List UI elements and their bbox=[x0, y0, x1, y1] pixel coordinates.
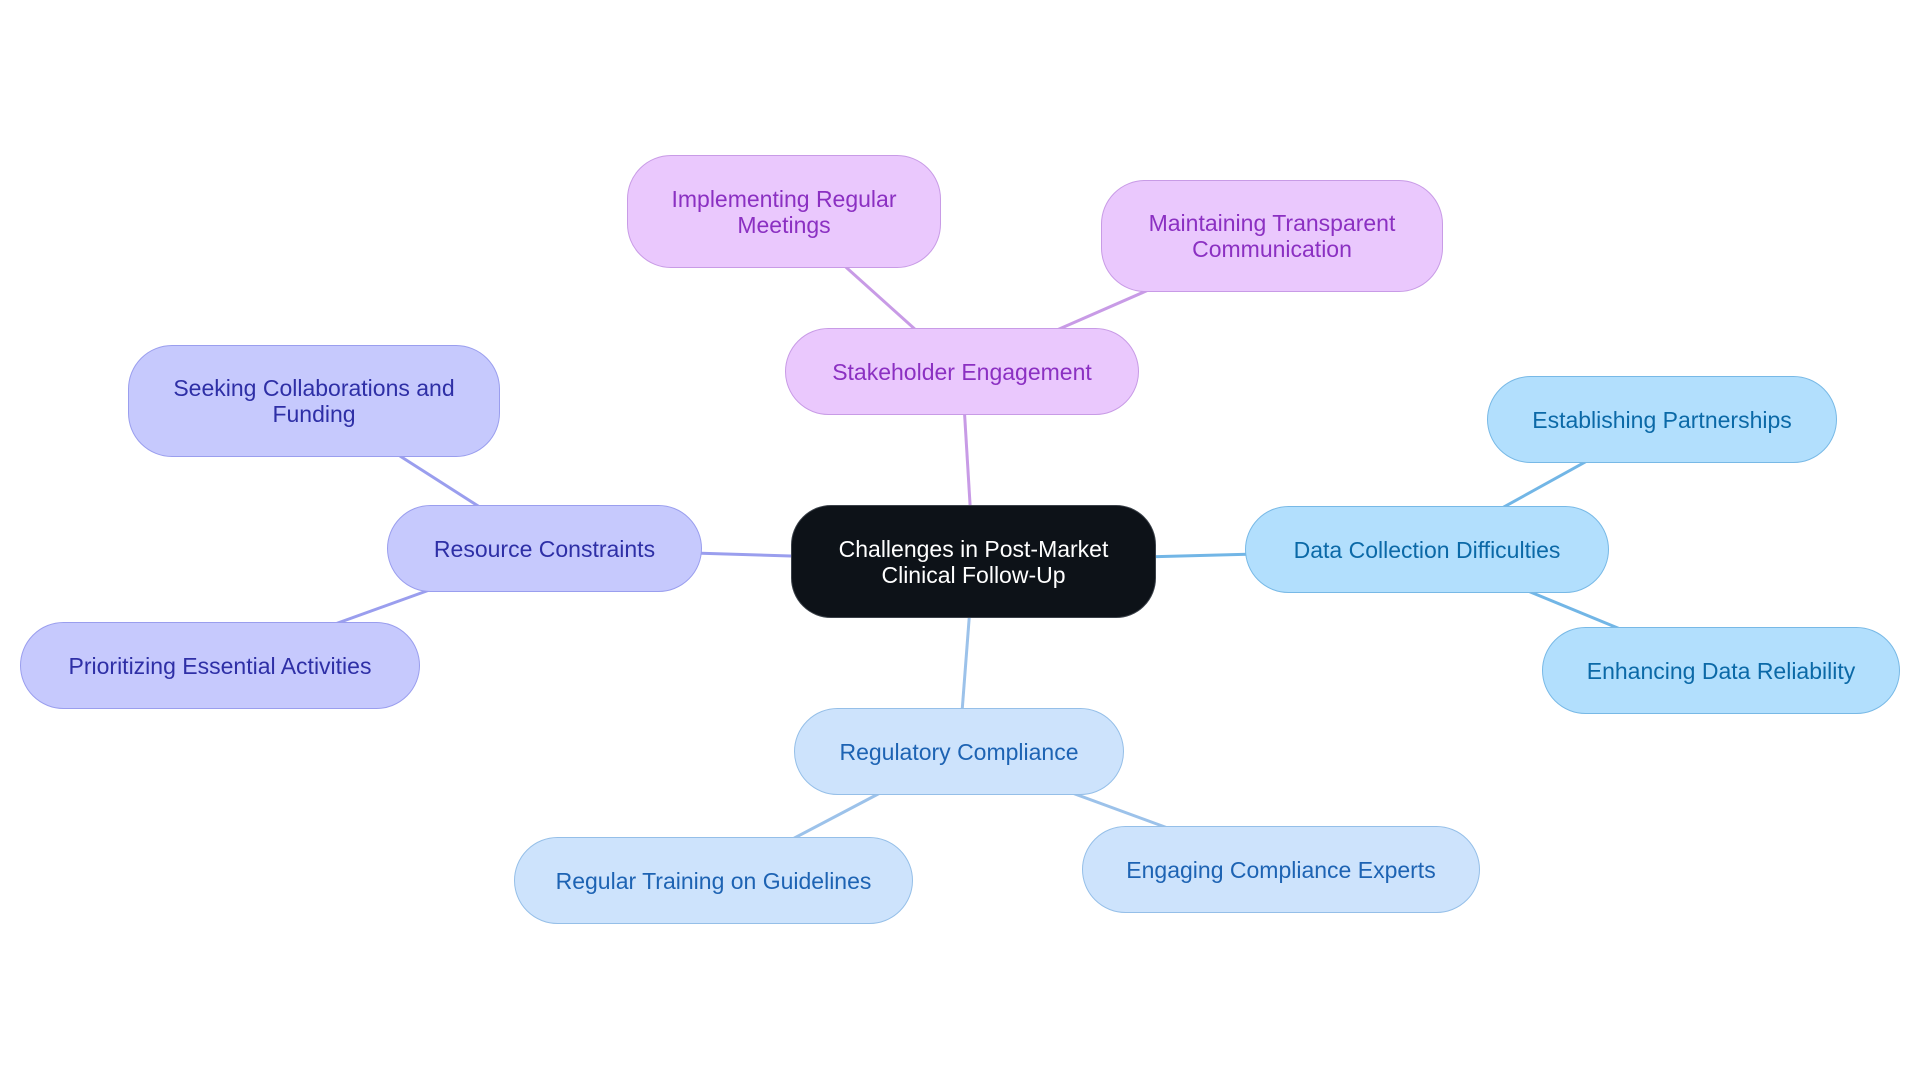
leaf-node-establishing-partnerships[interactable]: Establishing Partnerships bbox=[1487, 376, 1837, 463]
branch-node-resource-constraints[interactable]: Resource Constraints bbox=[387, 505, 702, 592]
leaf-label: Engaging Compliance Experts bbox=[1126, 856, 1436, 883]
branch-label: Stakeholder Engagement bbox=[832, 358, 1092, 385]
leaf-label: Implementing Regular Meetings bbox=[671, 185, 897, 238]
branch-label: Regulatory Compliance bbox=[839, 738, 1079, 765]
leaf-node-prioritizing-essential-activities[interactable]: Prioritizing Essential Activities bbox=[20, 622, 420, 709]
root-node[interactable]: Challenges in Post-Market Clinical Follo… bbox=[791, 505, 1156, 618]
leaf-label: Enhancing Data Reliability bbox=[1586, 657, 1856, 684]
leaf-label: Establishing Partnerships bbox=[1532, 406, 1792, 433]
leaf-label: Prioritizing Essential Activities bbox=[68, 652, 372, 679]
leaf-node-enhancing-data-reliability[interactable]: Enhancing Data Reliability bbox=[1542, 627, 1900, 714]
root-node-label: Challenges in Post-Market Clinical Follo… bbox=[838, 535, 1109, 588]
leaf-label: Maintaining Transparent Communication bbox=[1148, 210, 1396, 262]
leaf-node-seeking-collaborations-and-funding[interactable]: Seeking Collaborations and Funding bbox=[128, 345, 500, 457]
branch-node-stakeholder-engagement[interactable]: Stakeholder Engagement bbox=[785, 328, 1139, 415]
branch-label: Resource Constraints bbox=[433, 535, 656, 562]
branch-label: Data Collection Difficulties bbox=[1293, 536, 1561, 563]
leaf-label: Regular Training on Guidelines bbox=[555, 867, 872, 894]
branch-node-regulatory-compliance[interactable]: Regulatory Compliance bbox=[794, 708, 1124, 795]
branch-node-data-collection-difficulties[interactable]: Data Collection Difficulties bbox=[1245, 506, 1609, 593]
leaf-node-engaging-compliance-experts[interactable]: Engaging Compliance Experts bbox=[1082, 826, 1480, 913]
leaf-node-implementing-regular-meetings[interactable]: Implementing Regular Meetings bbox=[627, 155, 941, 268]
leaf-node-regular-training-on-guidelines[interactable]: Regular Training on Guidelines bbox=[514, 837, 913, 924]
leaf-label: Seeking Collaborations and Funding bbox=[173, 375, 455, 427]
leaf-node-maintaining-transparent-communication[interactable]: Maintaining Transparent Communication bbox=[1101, 180, 1443, 292]
